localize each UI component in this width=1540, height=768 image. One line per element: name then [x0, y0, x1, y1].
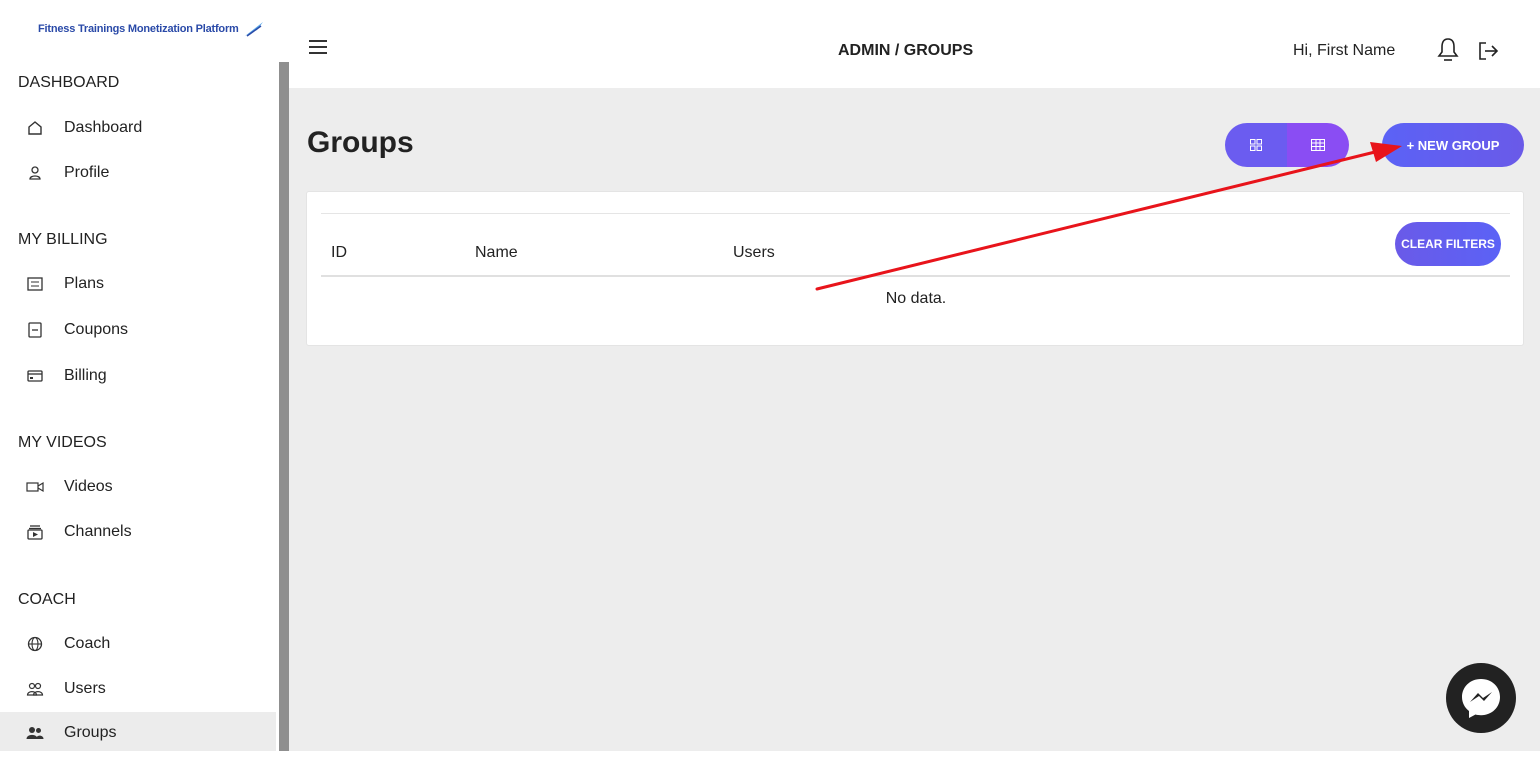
sidebar-item-label: Plans [64, 274, 105, 292]
sidebar-item-billing[interactable]: Billing [0, 355, 276, 396]
channel-icon [24, 521, 46, 543]
page-title: Groups [307, 126, 414, 159]
sidebar-item-label: Coach [64, 634, 111, 652]
sidebar-item-videos[interactable]: Videos [0, 466, 276, 507]
divider [321, 213, 1510, 214]
users-icon [24, 678, 46, 700]
user-greeting: Hi, First Name [1293, 42, 1396, 59]
messenger-icon [1462, 679, 1500, 718]
empty-state-text: No data. [885, 290, 947, 307]
sidebar-item-plans[interactable]: Plans [0, 263, 276, 304]
sidebar: Fitness Trainings Monetization Platform … [0, 0, 289, 753]
logo-swoosh-icon [244, 22, 263, 37]
sidebar-item-label: Profile [64, 163, 110, 181]
section-title-coach: COACH [18, 591, 76, 608]
grid-icon [1250, 139, 1262, 151]
column-header-users[interactable]: Users [733, 244, 775, 262]
sidebar-item-channels[interactable]: Channels [0, 511, 276, 552]
section-title-dashboard: DASHBOARD [18, 74, 120, 91]
logout-icon[interactable] [1477, 40, 1499, 62]
sidebar-item-users[interactable]: Users [0, 668, 276, 709]
table-icon [1311, 139, 1325, 151]
sidebar-item-label: Billing [64, 366, 107, 384]
logo[interactable]: Fitness Trainings Monetization Platform [38, 16, 265, 42]
main-content: Groups + NEW GROUP ID Name Users CLEAR F… [289, 88, 1540, 751]
app-window: Fitness Trainings Monetization Platform … [0, 0, 1540, 768]
sidebar-scrollbar[interactable] [279, 62, 289, 751]
groups-table-card: ID Name Users CLEAR FILTERS No data. [306, 191, 1524, 346]
sidebar-item-label: Videos [64, 477, 113, 495]
coupon-icon [24, 319, 46, 341]
section-title-my-videos: MY VIDEOS [18, 434, 107, 451]
clear-filters-button[interactable]: CLEAR FILTERS [1395, 222, 1501, 266]
sidebar-item-coach[interactable]: Coach [0, 623, 276, 664]
table-header-divider [321, 275, 1510, 277]
sidebar-item-label: Dashboard [64, 118, 143, 136]
grid-view-button[interactable] [1225, 123, 1287, 167]
view-toggle [1225, 123, 1349, 167]
section-title-my-billing: MY BILLING [18, 231, 108, 248]
globe-icon [24, 633, 46, 655]
sidebar-item-dashboard[interactable]: Dashboard [0, 107, 276, 148]
window-bottom-strip [0, 751, 1540, 768]
sidebar-item-coupons[interactable]: Coupons [0, 309, 276, 350]
sidebar-item-label: Users [64, 679, 106, 697]
user-icon [24, 162, 46, 184]
credit-card-icon [24, 365, 46, 387]
sidebar-item-groups[interactable]: Groups [0, 712, 276, 753]
hamburger-menu-icon[interactable] [309, 40, 327, 54]
sidebar-item-profile[interactable]: Profile [0, 152, 276, 193]
video-icon [24, 476, 46, 498]
logo-text: Fitness Trainings Monetization Platform [38, 23, 239, 35]
table-view-button[interactable] [1287, 123, 1349, 167]
top-bar: ADMIN / GROUPS Hi, First Name [289, 0, 1540, 88]
home-icon [24, 117, 46, 139]
groups-icon [24, 722, 46, 744]
sidebar-item-label: Groups [64, 723, 117, 741]
list-icon [24, 273, 46, 295]
new-group-button[interactable]: + NEW GROUP [1382, 123, 1524, 167]
column-header-id[interactable]: ID [331, 244, 347, 262]
messenger-chat-button[interactable] [1446, 663, 1516, 733]
sidebar-item-label: Channels [64, 522, 132, 540]
column-header-name[interactable]: Name [475, 244, 518, 262]
breadcrumb: ADMIN / GROUPS [838, 42, 974, 59]
sidebar-item-label: Coupons [64, 320, 129, 338]
bell-icon[interactable] [1437, 36, 1459, 62]
